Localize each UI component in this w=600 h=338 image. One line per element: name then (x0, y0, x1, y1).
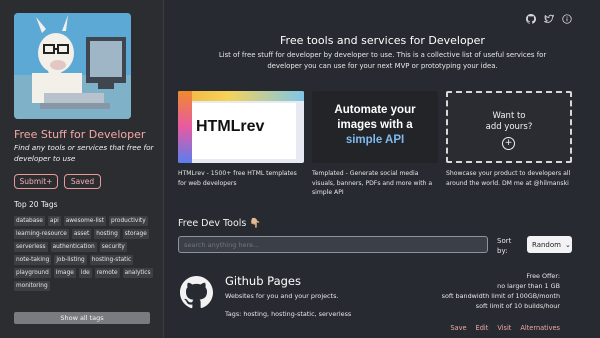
site-description: Find any tools or services that free for… (14, 143, 154, 163)
page-subheadline: List of free stuff for developer by deve… (218, 51, 547, 70)
tag-database[interactable]: database (14, 216, 45, 226)
saved-button[interactable]: Saved (64, 174, 101, 189)
banner-line-2: images with a (337, 119, 413, 131)
htmlrev-wordmark: HTMLrev (196, 118, 265, 135)
banner-line-1: Automate your (334, 104, 416, 116)
save-link[interactable]: Save (450, 324, 466, 332)
offer-line: soft limit of 10 builds/hour (475, 302, 560, 310)
tag-serverless[interactable]: serverless (14, 242, 48, 252)
featured-card-text: Showcase your product to developers all … (446, 170, 571, 187)
featured-card-text: HTMLrev - 1500+ free HTML templates for … (178, 170, 297, 187)
listing-description: Websites for you and your projects. (225, 292, 339, 300)
tag-security[interactable]: security (99, 242, 127, 252)
add-yours-placeholder: Want to add yours? + (446, 91, 572, 163)
visit-link[interactable]: Visit (497, 324, 511, 332)
tag-awesome-list[interactable]: awesome-list (63, 216, 106, 226)
tag-authentication[interactable]: authentication (50, 242, 97, 252)
banner-line-3: simple API (345, 134, 405, 146)
sort-label: Sort by: (497, 237, 512, 255)
templated-banner-image: Automate your images with a simple API (312, 91, 438, 163)
site-title: Free Stuff for Developer (14, 128, 146, 141)
listing-title[interactable]: Github Pages (225, 274, 301, 288)
offer-heading: Free Offer: (526, 272, 560, 280)
tool-listing: Github Pages Websites for you and your p… (178, 270, 573, 338)
tags-heading: Top 20 Tags (14, 200, 58, 209)
page-headline: Free tools and services for Developer (280, 34, 485, 47)
sort-select[interactable]: Random ⌄ (527, 236, 572, 253)
add-yours-line-1: Want to (492, 111, 526, 121)
submit-button[interactable]: Submit+ (14, 174, 58, 189)
listing-tags: Tags: hosting, hosting-static, serverles… (225, 310, 352, 318)
banner-top-band (178, 91, 304, 101)
htmlrev-banner-image: HTMLrev (178, 91, 304, 163)
github-logo-icon (180, 276, 213, 309)
header-icons (526, 14, 572, 24)
show-all-tags-button[interactable]: Show all tags (14, 312, 150, 324)
search-input[interactable] (178, 236, 488, 253)
listing-actions: Save Edit Visit Alternatives (450, 324, 560, 332)
tag-monitoring[interactable]: monitoring (14, 281, 50, 291)
offer-line: soft bandwidth limit of 100GB/month (441, 292, 560, 300)
offer-line: no larger than 1 GB (497, 282, 560, 290)
sidebar: Free Stuff for Developer Find any tools … (0, 0, 164, 338)
main-content: Free tools and services for Developer Li… (165, 0, 600, 338)
tag-image[interactable]: image (53, 268, 76, 278)
tools-section-title: Free Dev Tools 👇🏼 (178, 218, 262, 229)
tag-playground[interactable]: playground (14, 268, 51, 278)
tag-ide[interactable]: ide (78, 268, 92, 278)
tag-storage[interactable]: storage (122, 229, 149, 239)
tag-list: database api awesome-list productivity l… (14, 216, 154, 291)
alternatives-link[interactable]: Alternatives (520, 324, 560, 332)
tag-job-listing[interactable]: job-listing (54, 255, 87, 265)
tag-learning-resource[interactable]: learning-resource (14, 229, 69, 239)
add-yours-heading: Want to add yours? (448, 111, 570, 133)
twitter-icon[interactable] (544, 14, 554, 24)
featured-card-add-yours[interactable]: Want to add yours? + Showcase your produ… (446, 91, 572, 188)
info-icon[interactable] (562, 14, 572, 24)
tag-remote[interactable]: remote (94, 268, 120, 278)
featured-card-htmlrev[interactable]: HTMLrev HTMLrev - 1500+ free HTML templa… (178, 91, 304, 188)
tag-note-taking[interactable]: note-taking (14, 255, 52, 265)
tag-hosting[interactable]: hosting (94, 229, 120, 239)
tag-hosting-static[interactable]: hosting-static (89, 255, 134, 265)
featured-card-text: Templated - Generate social media visual… (312, 170, 433, 196)
goat-developer-logo[interactable] (14, 13, 131, 119)
add-yours-line-2: add yours? (485, 122, 533, 132)
github-icon[interactable] (526, 14, 536, 24)
tag-analytics[interactable]: analytics (122, 268, 153, 278)
banner-color-stripe (178, 91, 192, 163)
chevron-down-icon: ⌄ (564, 240, 571, 249)
plus-circle-icon: + (502, 137, 515, 150)
edit-link[interactable]: Edit (476, 324, 489, 332)
sort-selected-value: Random (532, 240, 561, 249)
tag-api[interactable]: api (47, 216, 61, 226)
tag-asset[interactable]: asset (71, 229, 92, 239)
featured-card-templated[interactable]: Automate your images with a simple API T… (312, 91, 438, 198)
tag-productivity[interactable]: productivity (108, 216, 148, 226)
free-offer: Free Offer: no larger than 1 GB soft ban… (442, 271, 560, 311)
